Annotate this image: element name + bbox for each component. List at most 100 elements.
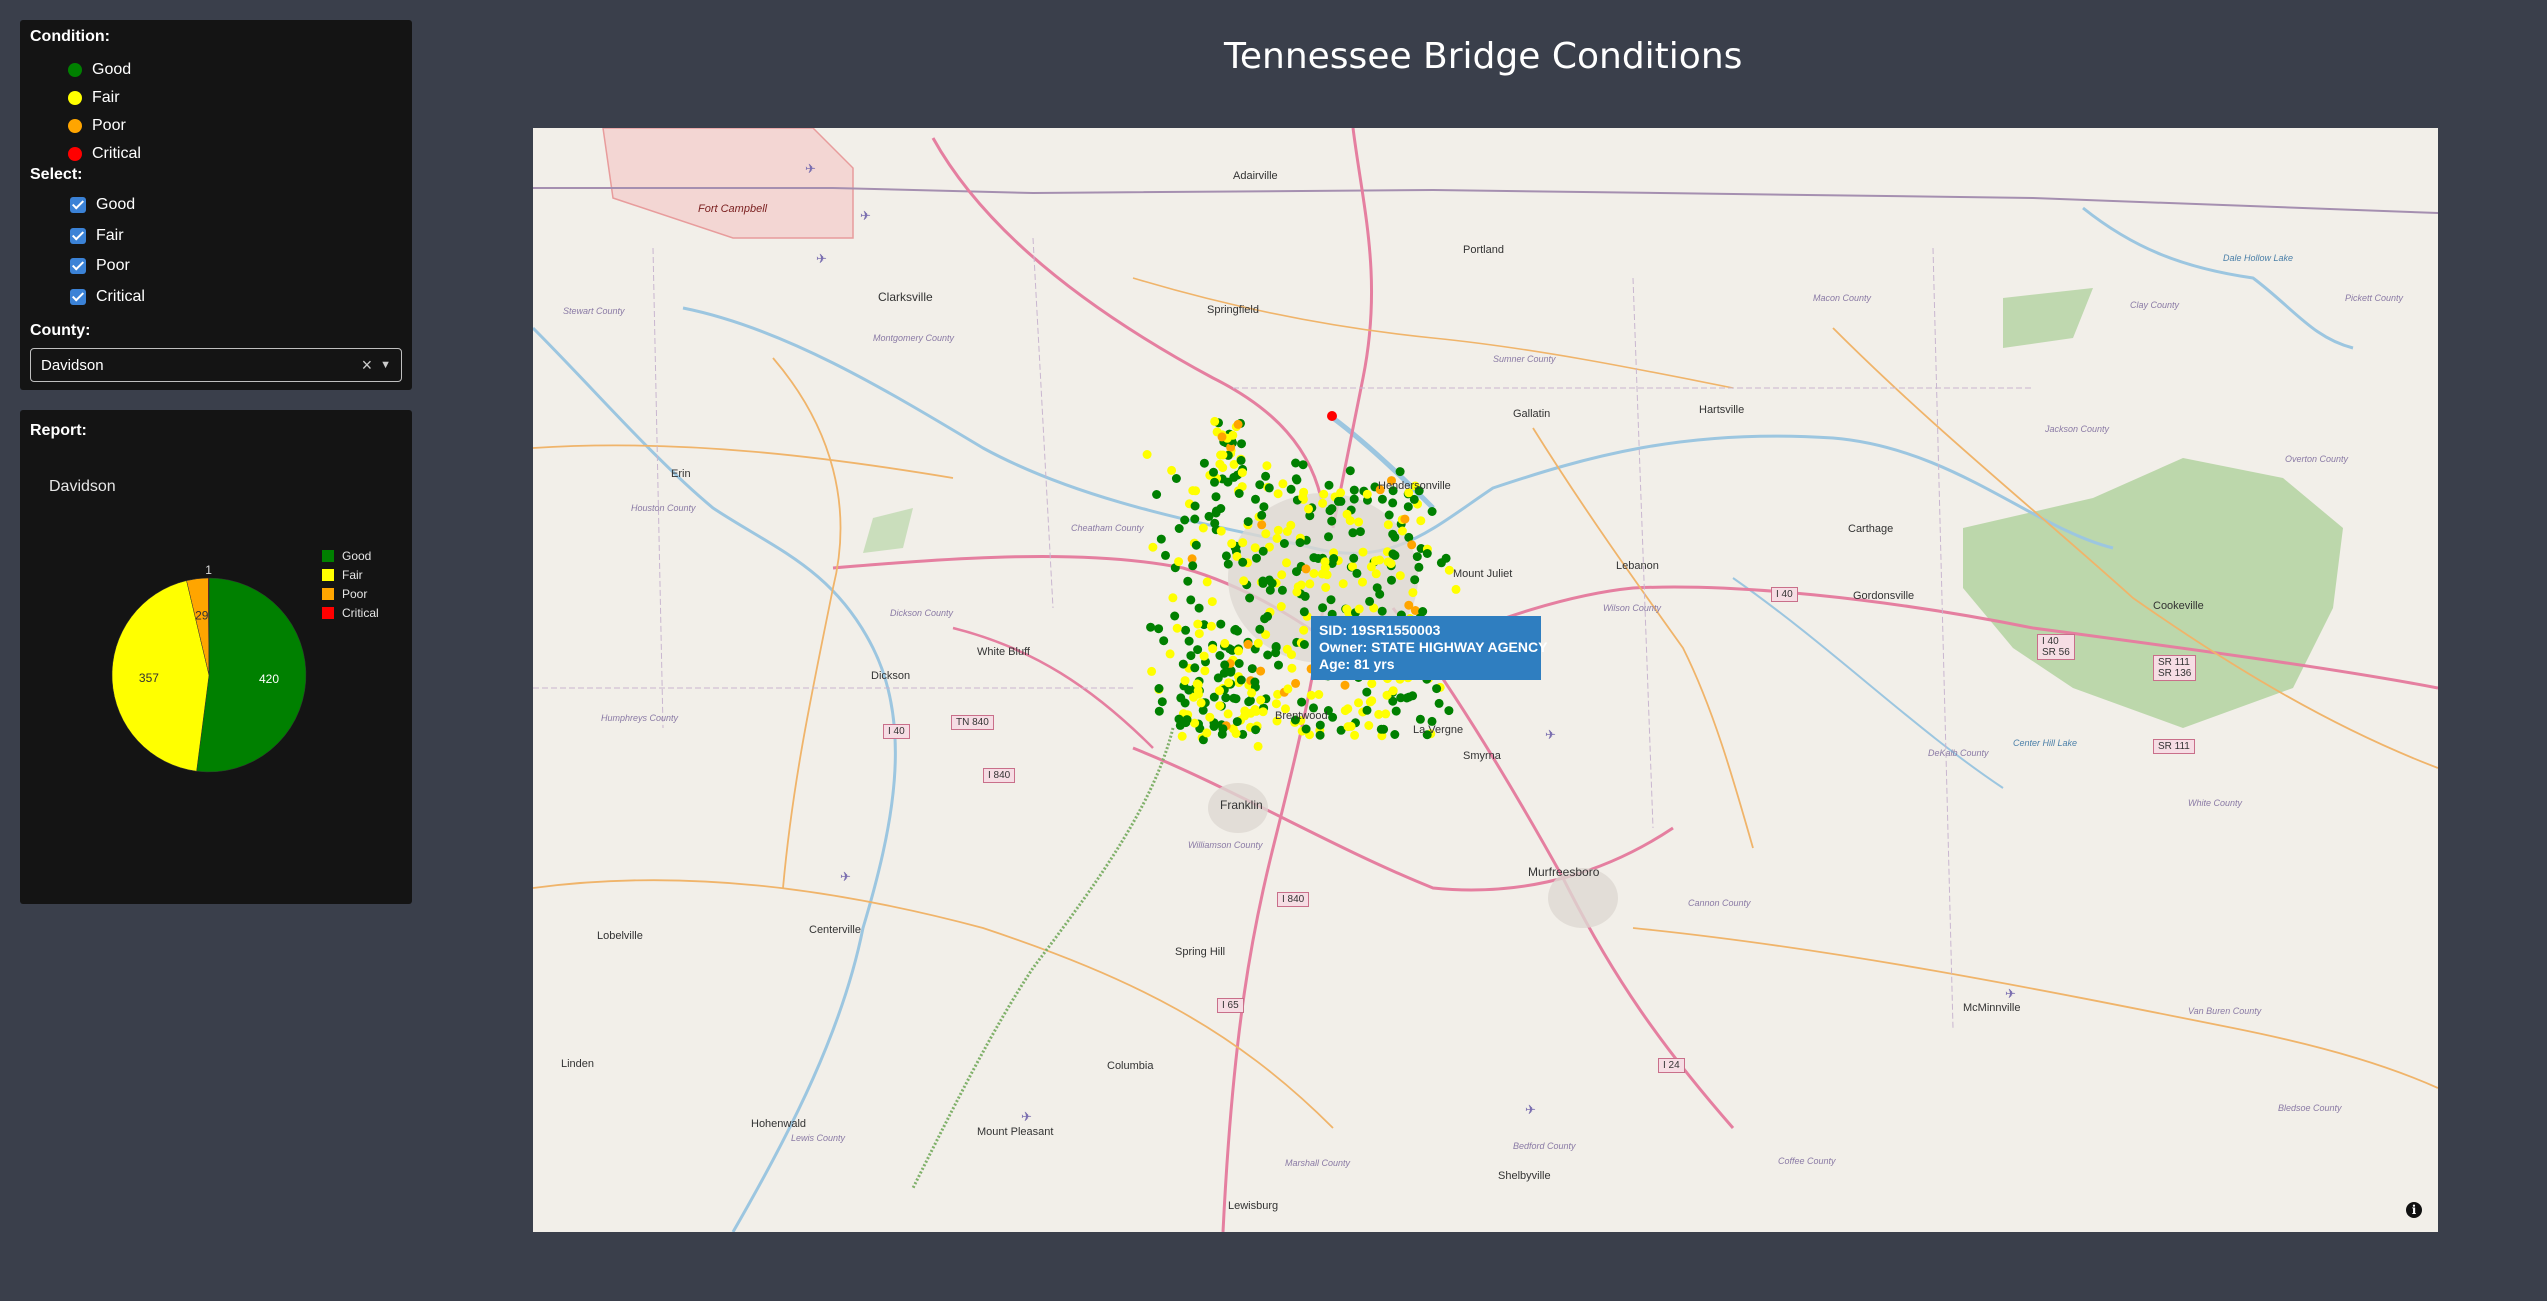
bridge-point[interactable] (1451, 584, 1461, 594)
bridge-point[interactable] (1193, 686, 1203, 696)
bridge-point[interactable] (1304, 504, 1313, 514)
bridge-point[interactable] (1161, 550, 1170, 560)
bridge-point[interactable] (1354, 604, 1364, 614)
bridge-point[interactable] (1231, 729, 1241, 738)
bridge-point[interactable] (1154, 624, 1164, 634)
bridge-point[interactable] (1273, 525, 1283, 535)
bridge-point[interactable] (1233, 419, 1243, 429)
bridge-point[interactable] (1444, 706, 1454, 716)
bridge-point[interactable] (1291, 678, 1301, 688)
bridge-point[interactable] (1340, 680, 1350, 690)
bridge-point[interactable] (1272, 533, 1282, 543)
bridge-point[interactable] (1300, 591, 1310, 601)
bridge-point[interactable] (1215, 701, 1225, 711)
bridge-point[interactable] (1194, 603, 1204, 613)
bridge-point[interactable] (1354, 517, 1364, 527)
bridge-point[interactable] (1209, 467, 1218, 477)
bridge-point[interactable] (1256, 695, 1266, 705)
bridge-point[interactable] (1146, 622, 1156, 632)
checkbox-poor[interactable]: Poor (70, 253, 130, 279)
attribution-info-icon[interactable]: i (2406, 1202, 2422, 1218)
bridge-point[interactable] (1255, 480, 1265, 490)
legend-swatch[interactable] (322, 550, 334, 562)
bridge-point[interactable] (1170, 611, 1180, 621)
bridge-point[interactable] (1236, 455, 1246, 465)
bridge-point[interactable] (1377, 494, 1387, 504)
legend-swatch[interactable] (322, 588, 334, 600)
bridge-point[interactable] (1364, 721, 1374, 730)
bridge-point[interactable] (1276, 602, 1286, 611)
bridge-point[interactable] (1165, 649, 1175, 659)
bridge-point[interactable] (1319, 489, 1329, 499)
bridge-point-critical[interactable] (1327, 411, 1337, 421)
bridge-point[interactable] (1273, 489, 1283, 499)
bridge-point[interactable] (1397, 526, 1407, 536)
bridge-point[interactable] (1381, 709, 1391, 719)
bridge-point[interactable] (1271, 699, 1281, 709)
bridge-point[interactable] (1257, 510, 1267, 520)
bridge-point[interactable] (1298, 492, 1308, 502)
bridge-point[interactable] (1243, 517, 1253, 527)
bridge-point[interactable] (1240, 706, 1250, 716)
bridge-point[interactable] (1172, 623, 1182, 633)
bridge-point[interactable] (1190, 501, 1200, 511)
bridge-point[interactable] (1282, 527, 1292, 536)
bridge-point[interactable] (1388, 686, 1398, 696)
bridge-point[interactable] (1321, 583, 1331, 592)
bridge-point[interactable] (1352, 568, 1362, 578)
bridge-point[interactable] (1198, 523, 1208, 533)
bridge-point[interactable] (1230, 625, 1240, 635)
bridge-points-layer[interactable] (1142, 411, 1461, 751)
bridge-point[interactable] (1188, 561, 1198, 571)
bridge-point[interactable] (1182, 715, 1192, 725)
bridge-point[interactable] (1174, 714, 1184, 724)
bridge-point[interactable] (1309, 569, 1319, 578)
bridge-point[interactable] (1441, 553, 1451, 563)
bridge-point[interactable] (1376, 724, 1386, 734)
bridge-point[interactable] (1206, 621, 1216, 631)
bridge-point[interactable] (1224, 678, 1234, 688)
bridge-point[interactable] (1299, 640, 1309, 649)
bridge-point[interactable] (1367, 679, 1377, 689)
bridge-point[interactable] (1403, 502, 1413, 512)
bridge-point[interactable] (1395, 467, 1405, 477)
legend-swatch[interactable] (322, 607, 334, 619)
bridge-point[interactable] (1386, 559, 1396, 569)
bridge-point[interactable] (1305, 579, 1315, 589)
bridge-point[interactable] (1309, 553, 1319, 563)
bridge-point[interactable] (1291, 458, 1301, 468)
bridge-point[interactable] (1193, 645, 1203, 655)
bridge-point[interactable] (1250, 543, 1260, 553)
bridge-point[interactable] (1287, 650, 1296, 660)
bridge-point[interactable] (1221, 693, 1231, 703)
bridge-point[interactable] (1299, 625, 1309, 635)
bridge-point[interactable] (1390, 550, 1400, 560)
bridge-point[interactable] (1354, 698, 1363, 708)
bridge-point[interactable] (1148, 542, 1158, 552)
bridge-point[interactable] (1358, 547, 1368, 557)
bridge-point[interactable] (1286, 484, 1296, 494)
bridge-point[interactable] (1271, 642, 1281, 651)
checkbox-checked-icon[interactable] (70, 258, 86, 274)
bridge-point[interactable] (1349, 553, 1359, 563)
bridge-point[interactable] (1193, 619, 1203, 629)
county-dropdown[interactable]: Davidson × ▼ (30, 348, 402, 382)
bridge-point[interactable] (1350, 730, 1360, 740)
bridge-point[interactable] (1349, 485, 1359, 495)
clear-icon[interactable]: × (362, 355, 373, 376)
bridge-point[interactable] (1345, 516, 1355, 526)
bridge-point[interactable] (1251, 725, 1261, 735)
bridge-point[interactable] (1292, 567, 1301, 577)
bridge-point[interactable] (1336, 488, 1346, 498)
bridge-point[interactable] (1221, 551, 1231, 561)
bridge-point[interactable] (1263, 650, 1273, 660)
bridge-point[interactable] (1211, 508, 1221, 518)
bridge-point[interactable] (1178, 659, 1188, 669)
bridge-point[interactable] (1223, 709, 1233, 719)
bridge-point[interactable] (1383, 520, 1393, 530)
bridge-point[interactable] (1207, 597, 1217, 607)
bridge-point[interactable] (1154, 684, 1164, 693)
bridge-point[interactable] (1282, 558, 1291, 568)
bridge-point[interactable] (1226, 667, 1236, 677)
bridge-point[interactable] (1345, 466, 1355, 476)
